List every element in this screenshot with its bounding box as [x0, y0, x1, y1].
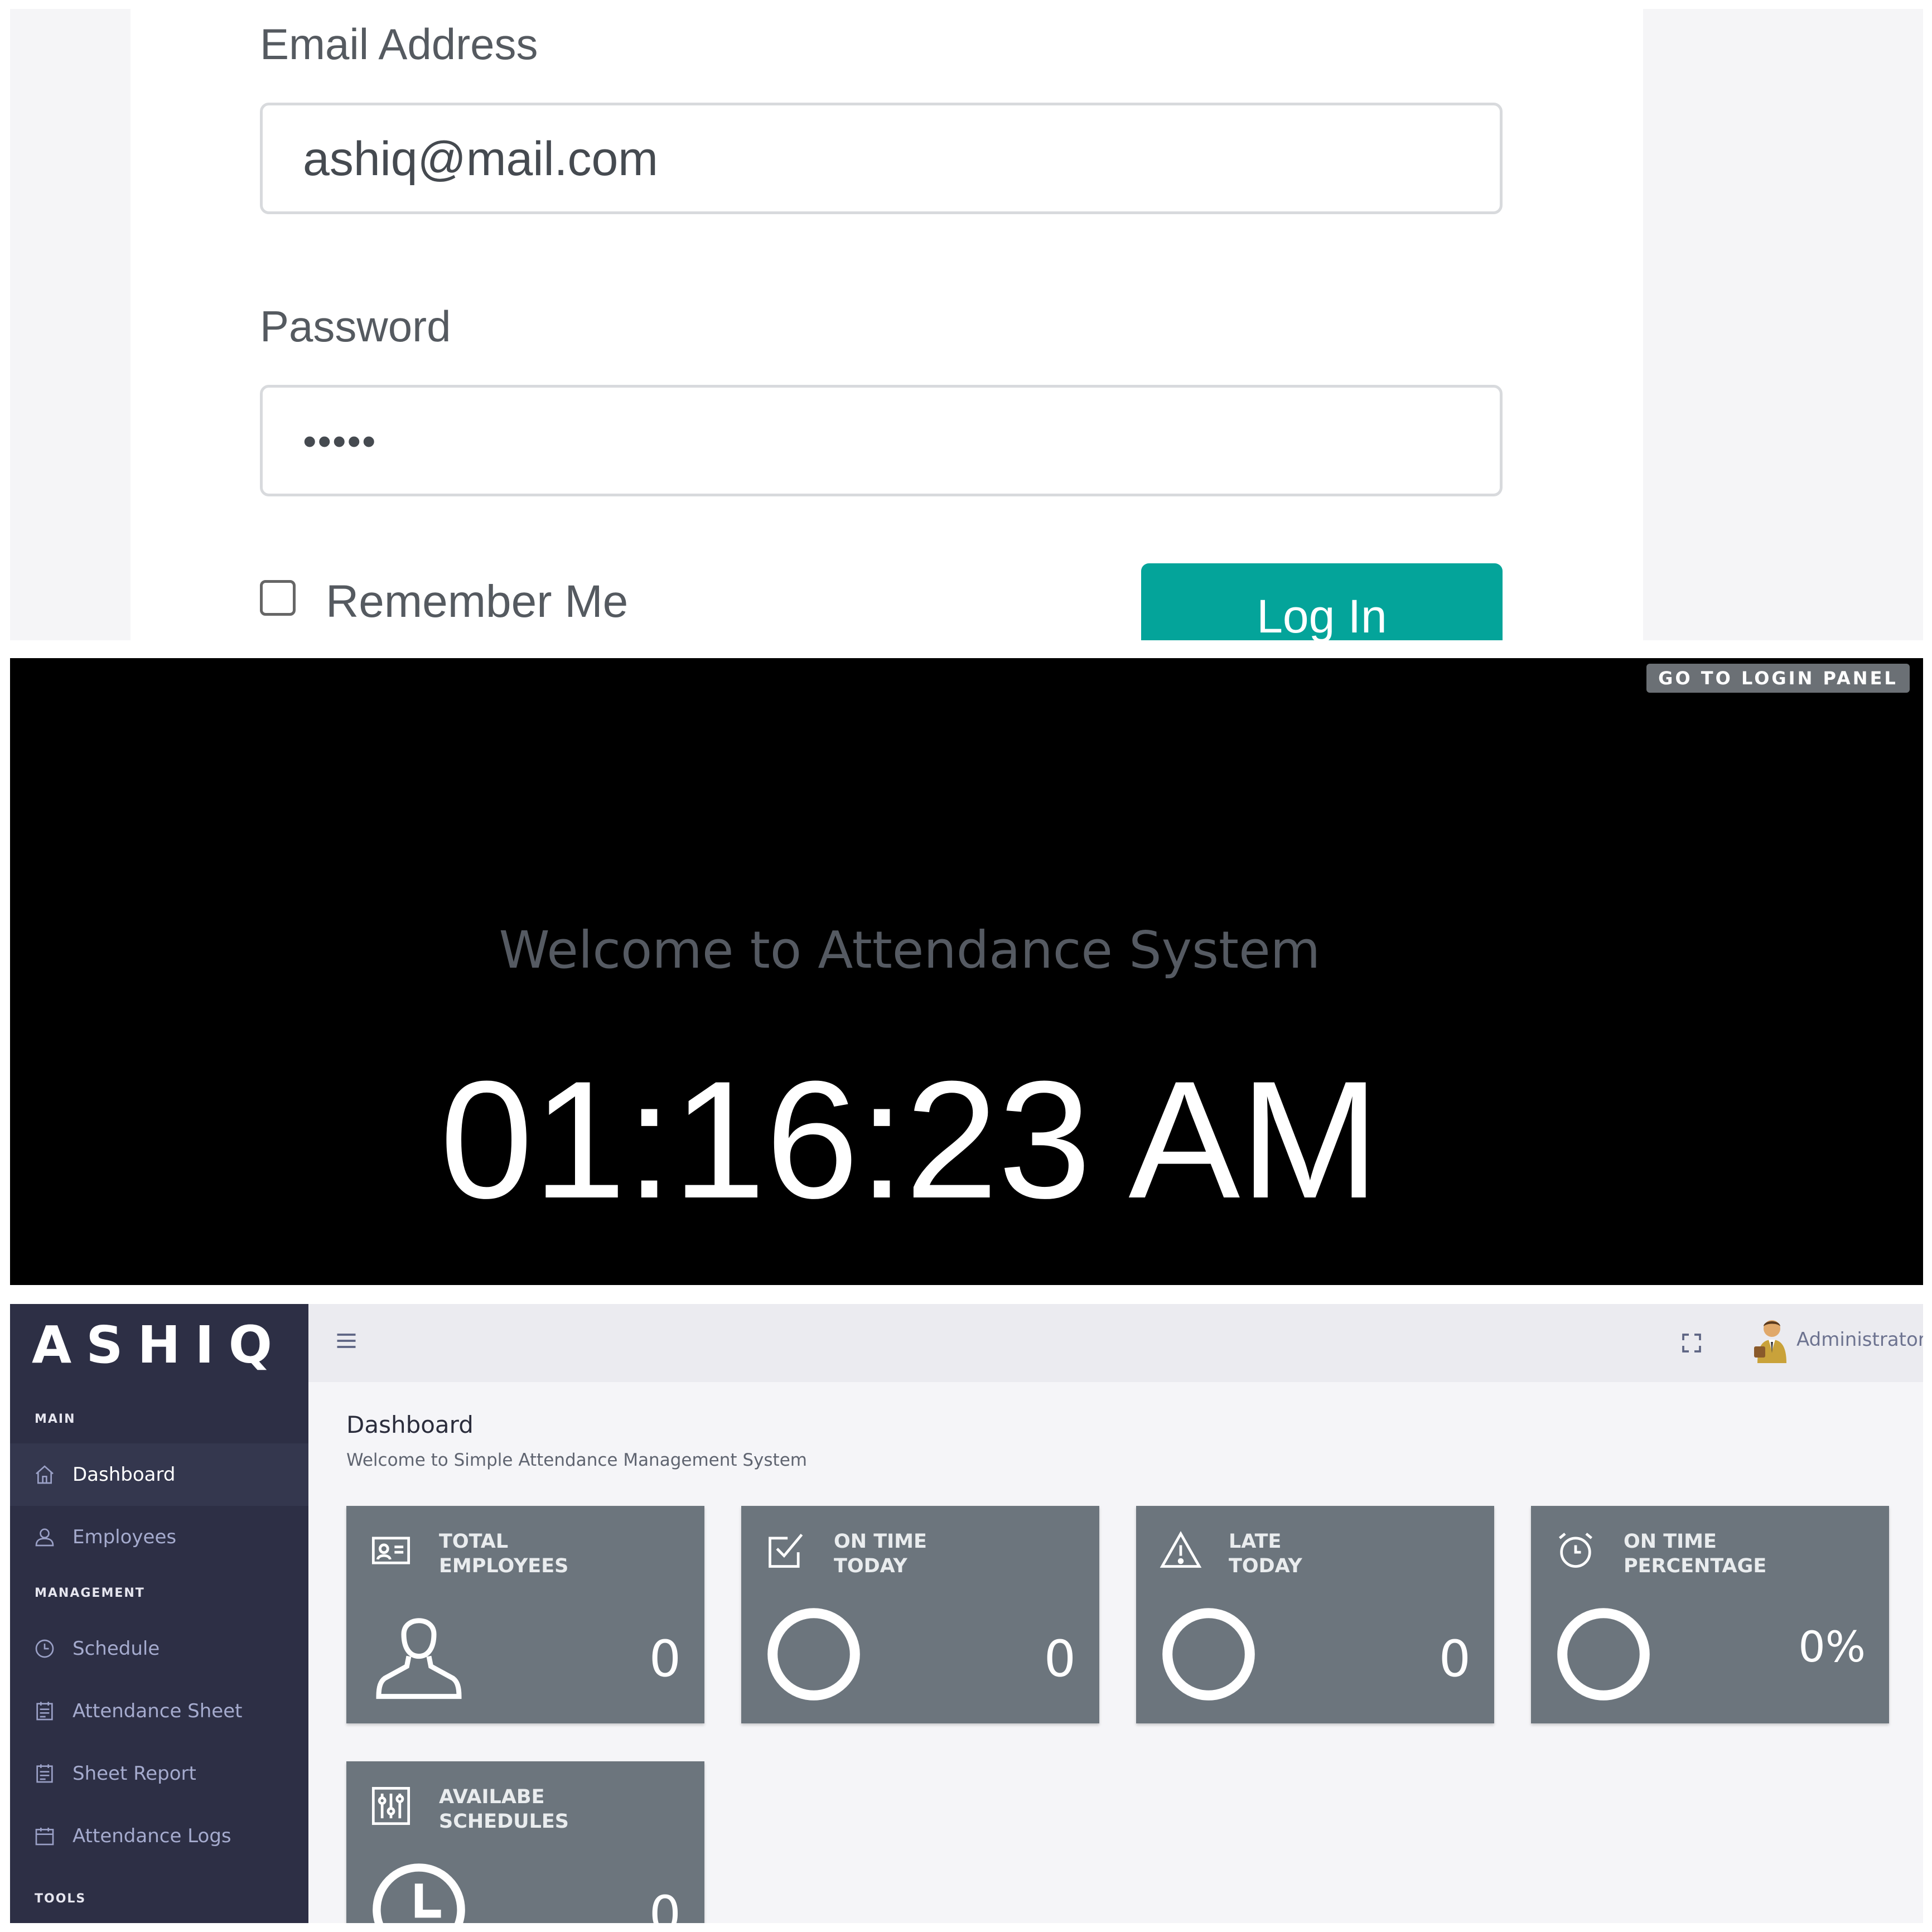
clock-icon: [373, 1863, 465, 1923]
page-title: Dashboard: [346, 1411, 474, 1438]
dashboard-screenshot: ASHIQ MAIN Dashboard Employees MANAGEMEN…: [10, 1304, 1923, 1923]
user-name[interactable]: Administrator: [1796, 1329, 1923, 1351]
welcome-heading: Welcome to Attendance System: [499, 920, 1321, 980]
section-management: MANAGEMENT: [35, 1586, 145, 1600]
stat-card-title: AVAILABE SCHEDULES: [439, 1786, 569, 1833]
stat-card-total-employees[interactable]: TOTAL EMPLOYEES 0: [346, 1506, 704, 1723]
clock-screenshot: GO TO LOGIN PANEL Welcome to Attendance …: [10, 658, 1923, 1285]
go-to-login-panel-button[interactable]: GO TO LOGIN PANEL: [1646, 664, 1910, 693]
stat-card-on-time-today[interactable]: ON TIME TODAY 0: [741, 1506, 1099, 1723]
sidebar-item-label: Dashboard: [73, 1464, 176, 1486]
password-label: Password: [260, 302, 451, 351]
stat-card-available-schedules[interactable]: AVAILABE SCHEDULES 0: [346, 1761, 704, 1923]
calendar-icon: [35, 1828, 54, 1846]
circle-icon: [1557, 1608, 1650, 1701]
circle-icon: [767, 1608, 860, 1701]
login-button[interactable]: Log In: [1141, 563, 1503, 640]
remember-me-label: Remember Me: [326, 576, 629, 627]
password-input[interactable]: [302, 388, 1475, 495]
section-tools: TOOLS: [35, 1892, 86, 1906]
remember-me-checkbox[interactable]: [260, 580, 296, 616]
email-label: Email Address: [260, 20, 538, 69]
fullscreen-icon[interactable]: [1680, 1332, 1703, 1354]
stat-card-value: 0: [649, 1885, 681, 1923]
sidebar-item-label: Sheet Report: [73, 1762, 196, 1785]
sidebar-item-schedule[interactable]: Schedule: [10, 1617, 308, 1680]
top-bar: Administrator: [308, 1304, 1923, 1382]
sidebar-item-employees[interactable]: Employees: [10, 1506, 308, 1568]
stat-card-on-time-percentage[interactable]: ON TIME PERCENTAGE 0%: [1531, 1506, 1889, 1723]
login-screenshot: Email Address Password Remember Me Log I…: [10, 9, 1923, 640]
stat-card-value: 0: [1044, 1630, 1076, 1688]
page-subtitle: Welcome to Simple Attendance Management …: [346, 1450, 807, 1470]
sidebar-item-label: Employees: [73, 1526, 177, 1548]
clock-display: 01:16:23 AM: [439, 1046, 1380, 1233]
sliders-icon: [371, 1786, 410, 1825]
sidebar-item-dashboard[interactable]: Dashboard: [10, 1443, 308, 1506]
sidebar-item-label: Attendance Sheet: [73, 1700, 243, 1722]
brand-logo[interactable]: ASHIQ: [10, 1315, 308, 1375]
section-main: MAIN: [35, 1412, 76, 1426]
sidebar-item-label: Attendance Logs: [73, 1825, 231, 1847]
stat-card-title: LATE TODAY: [1229, 1530, 1302, 1577]
home-icon: [36, 1465, 54, 1484]
circle-icon: [1162, 1608, 1255, 1701]
check-square-icon: [769, 1533, 803, 1568]
stat-card-value: 0: [1438, 1630, 1471, 1688]
user-outline-icon: [376, 1618, 462, 1699]
sidebar-item-attendance-sheet[interactable]: Attendance Sheet: [10, 1680, 308, 1742]
sheet-icon: [36, 1702, 53, 1721]
alarm-icon: [1558, 1533, 1593, 1568]
stat-card-title: TOTAL EMPLOYEES: [439, 1530, 569, 1577]
avatar[interactable]: [1752, 1316, 1791, 1363]
email-input[interactable]: [302, 105, 1475, 212]
id-card-icon: [371, 1537, 410, 1564]
hamburger-menu-icon[interactable]: [334, 1329, 359, 1353]
stat-card-late-today[interactable]: LATE TODAY 0: [1136, 1506, 1494, 1723]
password-field[interactable]: [260, 385, 1503, 496]
stat-card-value: 0%: [1798, 1622, 1866, 1672]
warning-icon: [1160, 1531, 1202, 1568]
report-icon: [36, 1764, 53, 1783]
sidebar: ASHIQ MAIN Dashboard Employees MANAGEMEN…: [10, 1304, 308, 1923]
user-icon: [35, 1528, 54, 1547]
sidebar-item-attendance-logs[interactable]: Attendance Logs: [10, 1805, 308, 1867]
stat-card-title: ON TIME TODAY: [834, 1530, 927, 1577]
stat-card-title: ON TIME PERCENTAGE: [1624, 1530, 1767, 1577]
email-field[interactable]: [260, 103, 1503, 214]
sidebar-item-sheet-report[interactable]: Sheet Report: [10, 1742, 308, 1805]
clock-icon: [35, 1639, 54, 1658]
stat-card-value: 0: [649, 1630, 681, 1688]
sidebar-item-label: Schedule: [73, 1638, 160, 1660]
